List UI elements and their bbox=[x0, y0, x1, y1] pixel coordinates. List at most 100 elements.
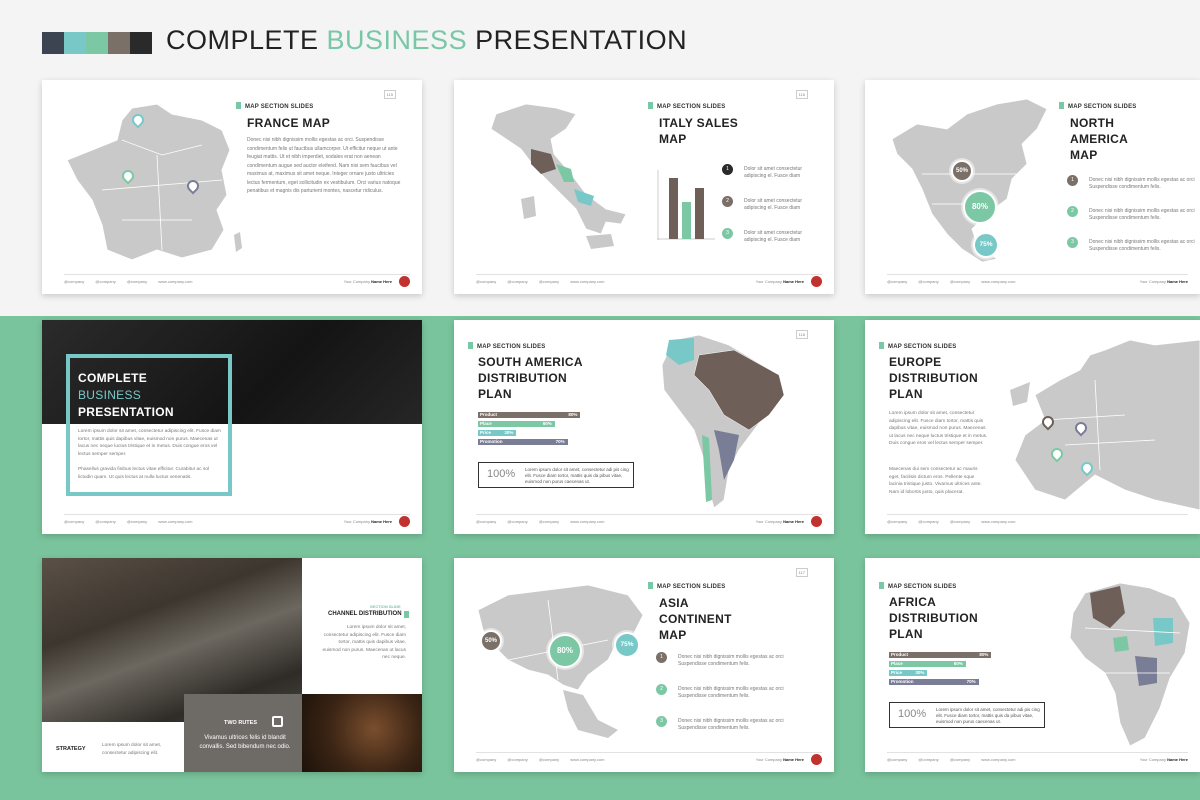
item-number-badge: 2 bbox=[656, 684, 667, 695]
facebook-handle[interactable]: @company bbox=[918, 279, 938, 284]
social-links: @company @company @company www.company.c… bbox=[887, 519, 1025, 524]
slide-africa-plan[interactable]: MAP SECTION SLIDES AFRICA DISTRIBUTION PLA… bbox=[865, 558, 1200, 772]
slide-channel-distribution[interactable]: TWO RUTES Vivamus ultrices felis id blan… bbox=[42, 558, 422, 772]
social-links: @company @company @company www.company.c… bbox=[887, 279, 1025, 284]
facebook-handle[interactable]: @company bbox=[507, 519, 527, 524]
big-percentage: 100% bbox=[487, 468, 516, 480]
title-line: AFRICA bbox=[889, 595, 937, 609]
linkedin-handle[interactable]: @company bbox=[950, 757, 970, 762]
distribution-bars: Product 80% Place 60% Price 30% Promotion 70% bbox=[478, 412, 606, 448]
distribution-bar: Promotion 70% bbox=[889, 679, 979, 685]
company-name-bold: Name Here bbox=[783, 279, 804, 284]
slide-footer: @company @company @company www.company.c… bbox=[64, 274, 410, 287]
page-number: 115 bbox=[383, 90, 396, 99]
facebook-handle[interactable]: @company bbox=[95, 519, 115, 524]
list-item: 1 Donec nisi nibh dignissim mollis egesta… bbox=[1067, 175, 1199, 191]
slide-south-america-plan[interactable]: MAP SECTION SLIDES SOUTH AMERICA DISTRIBU… bbox=[454, 320, 834, 534]
twitter-handle[interactable]: @company bbox=[64, 519, 84, 524]
slide-footer: @company @company @company www.company.c… bbox=[887, 514, 1188, 526]
distribution-bar: Price 30% bbox=[478, 430, 517, 436]
bar-percentage: 70% bbox=[555, 439, 565, 444]
distribution-bar: Product 80% bbox=[478, 412, 581, 418]
website-link[interactable]: www.company.com bbox=[981, 519, 1015, 524]
website-link[interactable]: www.company.com bbox=[981, 757, 1015, 762]
title-line: PLAN bbox=[889, 627, 923, 641]
twitter-handle[interactable]: @company bbox=[476, 757, 496, 762]
list-item: 3 Dolor sit amet consectetur adipiscing e… bbox=[722, 228, 814, 244]
bar-label: Price bbox=[891, 670, 903, 675]
highlight-box: 100% Lorem ipsum dolor sit amet, consect… bbox=[889, 702, 1045, 728]
company-name-bold: Name Here bbox=[1167, 757, 1188, 762]
website-link[interactable]: www.company.com bbox=[158, 279, 192, 284]
linkedin-handle[interactable]: @company bbox=[127, 519, 147, 524]
body-text: Maecenas dui sem consectetur ac mauris e… bbox=[889, 467, 982, 495]
website-link[interactable]: www.company.com bbox=[570, 757, 604, 762]
facebook-handle[interactable]: @company bbox=[95, 279, 115, 284]
twitter-handle[interactable]: @company bbox=[887, 279, 907, 284]
slide-europe-plan[interactable]: MAP SECTION SLIDES EUROPE DISTRIBUTION PLA… bbox=[865, 320, 1200, 534]
linkedin-handle[interactable]: @company bbox=[127, 279, 147, 284]
twitter-handle[interactable]: @company bbox=[476, 519, 496, 524]
slide-france-map[interactable]: 115 MAP SECTION SLIDES FRANCE MAP Donec … bbox=[42, 80, 422, 294]
item-text: Dolor sit amet consectetur adipiscing el… bbox=[744, 198, 803, 211]
france-map-graphic bbox=[66, 103, 242, 261]
slide-title: NORTH AMERICA MAP bbox=[1070, 115, 1128, 163]
south-america-map-graphic bbox=[661, 334, 785, 509]
slide-title: CHANNEL DISTRIBUTION bbox=[328, 611, 402, 617]
list-item: 1 Donec nisi nibh dignissim mollis egesta… bbox=[656, 652, 808, 668]
item-text: Dolor sit amet consectetur adipiscing el… bbox=[744, 166, 803, 179]
company-logo-icon bbox=[399, 516, 410, 527]
linkedin-handle[interactable]: @company bbox=[539, 519, 559, 524]
slide-footer: @company @company @company www.company.c… bbox=[887, 274, 1188, 286]
company-prefix: Your Company bbox=[1139, 757, 1166, 762]
title-line: SOUTH AMERICA bbox=[478, 355, 583, 369]
list-item: 2 Donec nisi nibh dignissim mollis egesta… bbox=[656, 684, 808, 700]
company-name: Your Company Name Here bbox=[344, 519, 392, 524]
facebook-handle[interactable]: @company bbox=[918, 757, 938, 762]
twitter-handle[interactable]: @company bbox=[476, 279, 496, 284]
facebook-handle[interactable]: @company bbox=[507, 757, 527, 762]
twitter-handle[interactable]: @company bbox=[887, 757, 907, 762]
section-label: MAP SECTION SLIDES bbox=[648, 582, 726, 590]
cover-title: COMPLETE BUSINESS PRESENTATION bbox=[78, 370, 174, 421]
linkedin-handle[interactable]: @company bbox=[539, 757, 559, 762]
bar-label: Promotion bbox=[891, 679, 914, 684]
slide-title: AFRICA DISTRIBUTION PLAN bbox=[889, 594, 978, 642]
website-link[interactable]: www.company.com bbox=[981, 279, 1015, 284]
website-link[interactable]: www.company.com bbox=[570, 519, 604, 524]
company-prefix: Your Company bbox=[343, 519, 370, 524]
facebook-handle[interactable]: @company bbox=[918, 519, 938, 524]
twitter-handle[interactable]: @company bbox=[887, 519, 907, 524]
box-text: Lorem ipsum dolor sit amet, consectetur … bbox=[525, 467, 629, 484]
slide-north-america-map[interactable]: 50% 80% 75% MAP SECTION SLIDES NORTH AMER… bbox=[865, 80, 1200, 294]
website-link[interactable]: www.company.com bbox=[570, 279, 604, 284]
linkedin-handle[interactable]: @company bbox=[539, 279, 559, 284]
distribution-bar: Price 30% bbox=[889, 670, 928, 676]
chart-bar bbox=[695, 188, 704, 239]
list-item: 3 Donec nisi nibh dignissim mollis egesta… bbox=[1067, 237, 1199, 253]
bar-label: Promotion bbox=[480, 439, 503, 444]
slide-title: ITALY SALES MAP bbox=[659, 115, 738, 147]
bar-label: Price bbox=[480, 430, 492, 435]
linkedin-handle[interactable]: @company bbox=[950, 279, 970, 284]
list-item: 2 Donec nisi nibh dignissim mollis egesta… bbox=[1067, 206, 1199, 222]
slide-italy-map[interactable]: 116 MAP SECTION SLIDES ITALY SALES MAP 1D… bbox=[454, 80, 834, 294]
company-name: Your Company Name Here bbox=[756, 279, 804, 284]
bar-percentage: 60% bbox=[542, 421, 552, 426]
slide-cover[interactable]: COMPLETE BUSINESS PRESENTATION Lorem ips… bbox=[42, 320, 422, 534]
title-line: MAP bbox=[659, 628, 687, 642]
section-slide-label: SECTION SLIDE bbox=[370, 604, 401, 609]
north-america-map-graphic bbox=[891, 98, 1048, 263]
website-link[interactable]: www.company.com bbox=[158, 519, 192, 524]
sales-bar-chart bbox=[657, 170, 715, 240]
two-rutes-text: Vivamus ultrices felis id blandit conval… bbox=[199, 735, 291, 750]
percentage-bubble: 80% bbox=[548, 634, 582, 668]
section-label: MAP SECTION SLIDES bbox=[879, 582, 957, 590]
slide-asia-map[interactable]: 50% 80% 75% 117 MAP SECTION SLIDES ASIA C… bbox=[454, 558, 834, 772]
facebook-handle[interactable]: @company bbox=[507, 279, 527, 284]
company-name: Your Company Name Here bbox=[1140, 279, 1188, 284]
linkedin-handle[interactable]: @company bbox=[950, 519, 970, 524]
title-part: PRESENTATION bbox=[467, 25, 688, 55]
twitter-handle[interactable]: @company bbox=[64, 279, 84, 284]
title-line: NORTH bbox=[1070, 116, 1115, 130]
